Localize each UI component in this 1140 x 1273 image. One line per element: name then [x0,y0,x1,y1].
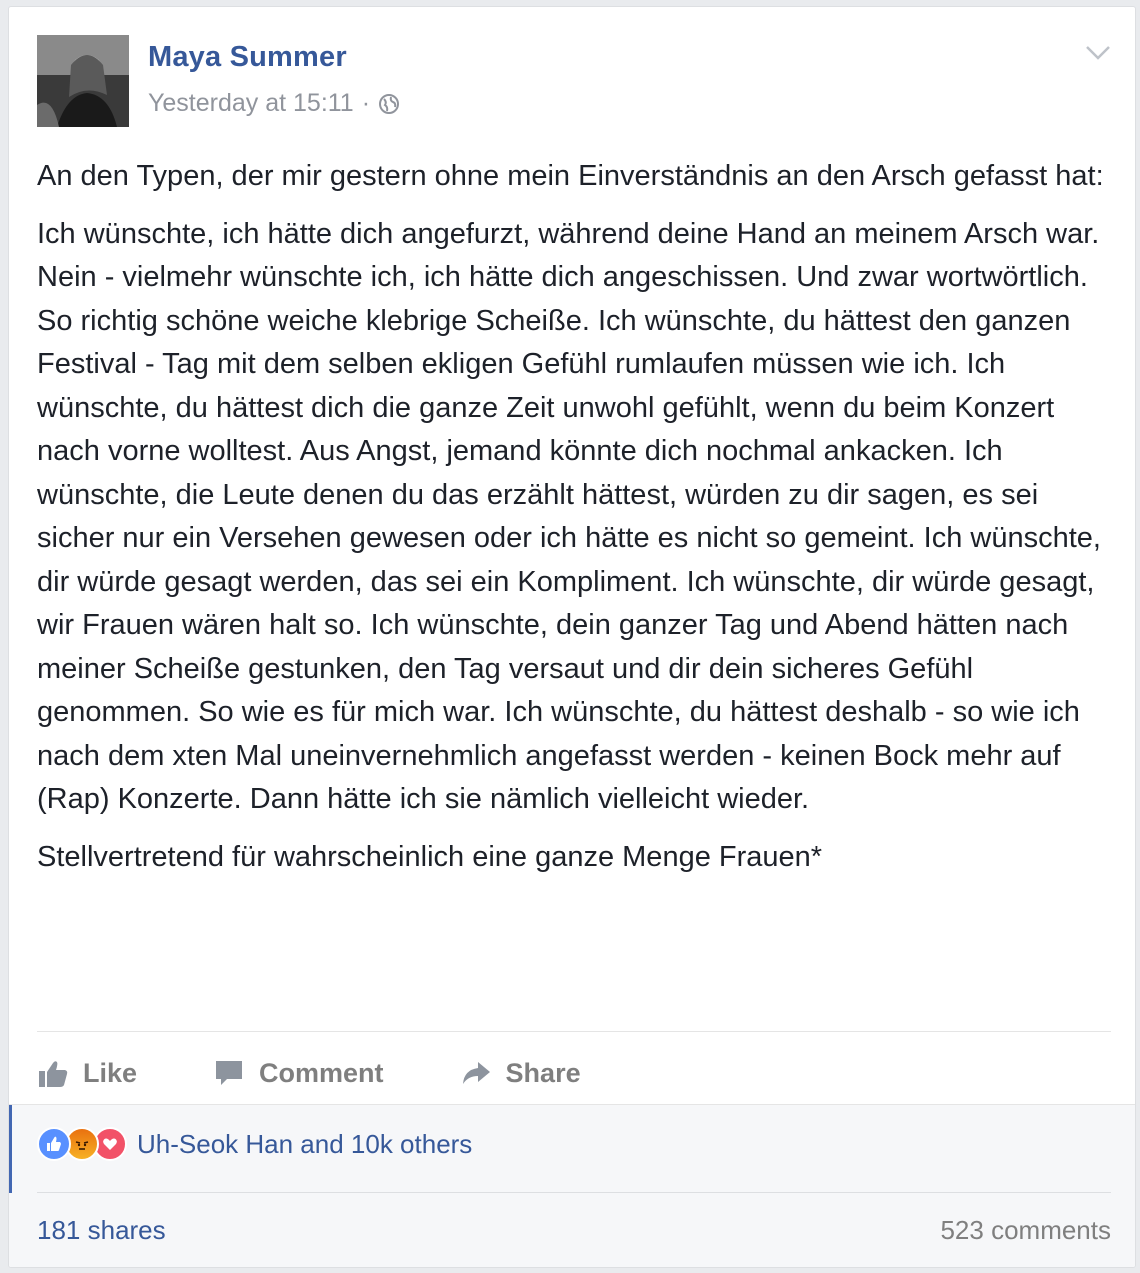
avatar[interactable] [37,35,129,127]
like-label: Like [83,1057,138,1088]
like-button[interactable]: Like [37,1057,137,1089]
comments-count[interactable]: 523 comments [940,1215,1111,1246]
comment-button[interactable]: Comment [213,1057,384,1089]
reactions-footer: Uh-Seok Han and 10k others 181 shares 52… [9,1104,1135,1267]
shares-count[interactable]: 181 shares [37,1215,166,1246]
share-button[interactable]: Share [460,1057,581,1089]
reactions-summary[interactable]: Uh-Seok Han and 10k others [37,1127,472,1161]
comment-bubble-icon [216,1061,243,1085]
share-arrow-icon [462,1062,490,1084]
post-paragraph: An den Typen, der mir gestern ohne mein … [37,160,1104,192]
like-reaction-icon [37,1127,71,1161]
comment-label: Comment [259,1057,384,1088]
meta-separator: · [361,89,371,117]
globe-icon[interactable] [378,93,400,115]
post-body: An den Typen, der mir gestern ohne mein … [37,155,1117,893]
chevron-down-icon[interactable] [1085,43,1111,63]
post-card: Maya Summer Yesterday at 15:11 · An den … [8,6,1136,1268]
divider [37,1192,1111,1193]
reactions-accent-bar [9,1105,12,1193]
post-paragraph: Stellvertretend für wahrscheinlich eine … [37,840,823,873]
author-name[interactable]: Maya Summer [148,41,347,74]
action-bar: Like Comment Share [37,1047,657,1099]
timestamp[interactable]: Yesterday at 15:11 [148,89,354,118]
post-paragraph: Ich wünschte, ich hätte dich angefurzt, … [37,217,1101,816]
reactions-summary-text[interactable]: Uh-Seok Han and 10k others [137,1129,472,1160]
thumbs-up-icon [39,1061,68,1087]
avatar-photo [37,35,129,127]
share-label: Share [505,1057,581,1088]
post-meta: Yesterday at 15:11 · [148,89,400,118]
divider [37,1031,1111,1032]
